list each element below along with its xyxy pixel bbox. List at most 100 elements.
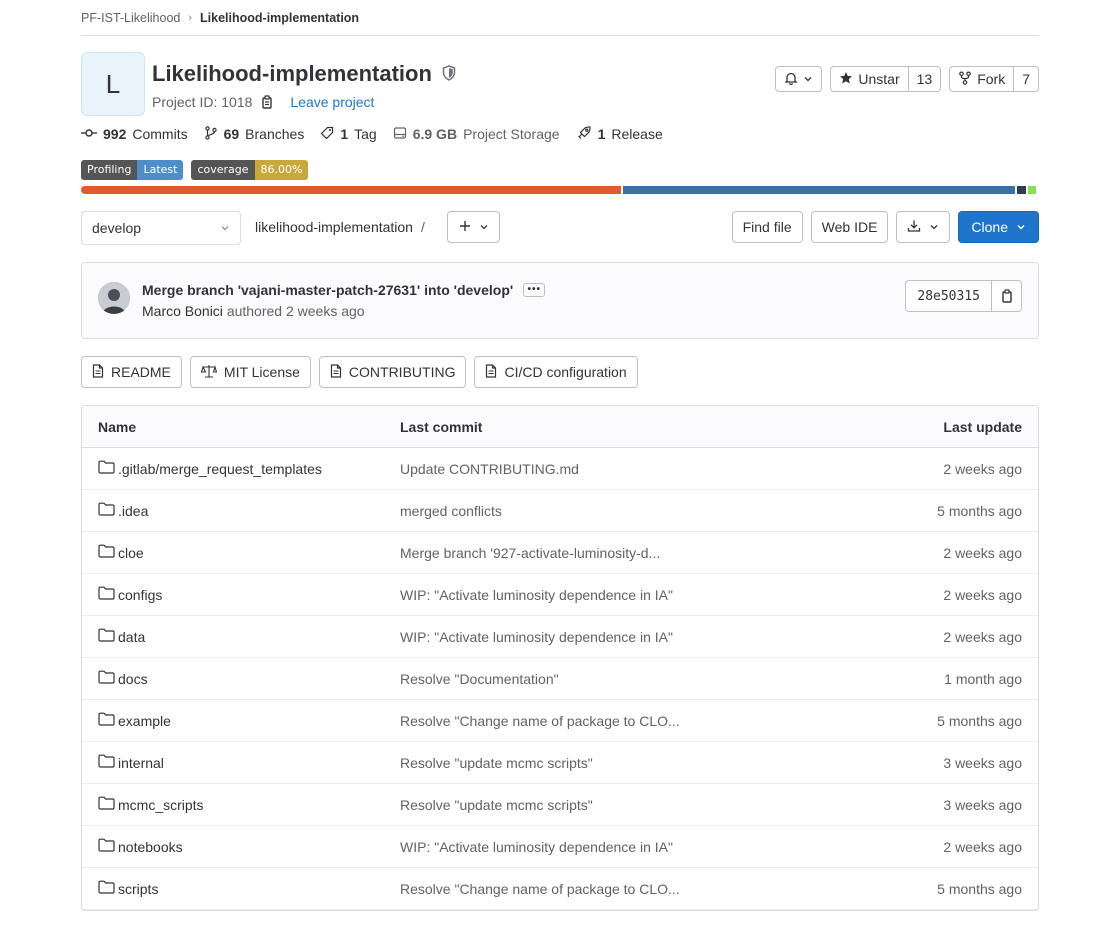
file-name-cell[interactable]: notebooks (82, 838, 400, 855)
table-row[interactable]: cloe Merge branch '927-activate-luminosit… (82, 532, 1038, 574)
notification-button[interactable] (775, 66, 823, 92)
table-row[interactable]: configs WIP: "Activate luminosity depende… (82, 574, 1038, 616)
fork-button[interactable]: Fork 7 (949, 66, 1039, 92)
license-button[interactable]: MIT License (189, 356, 311, 388)
last-commit-cell[interactable]: Resolve "Documentation" (400, 671, 770, 687)
table-row[interactable]: docs Resolve "Documentation" 1 month ago (82, 658, 1038, 700)
contributing-button[interactable]: CONTRIBUTING (318, 356, 467, 388)
file-tree-table: Name Last commit Last update .gitlab/mer… (81, 405, 1039, 911)
language-segment[interactable] (1017, 186, 1026, 194)
last-commit-cell[interactable]: Update CONTRIBUTING.md (400, 461, 770, 477)
last-update-cell: 5 months ago (937, 502, 1022, 519)
last-commit-cell[interactable]: Resolve "Change name of package to CLO..… (400, 881, 770, 897)
author-avatar[interactable] (98, 282, 130, 314)
table-row[interactable]: data WIP: "Activate luminosity dependence… (82, 616, 1038, 658)
last-commit-panel: Merge branch 'vajani-master-patch-27631'… (81, 262, 1039, 339)
star-button[interactable]: Unstar 13 (830, 66, 942, 92)
header-last-update: Last update (943, 418, 1022, 435)
file-name[interactable]: example (118, 713, 171, 729)
commit-sha[interactable]: 28e50315 (906, 281, 991, 311)
breadcrumb-group[interactable]: PF-IST-Likelihood (81, 11, 180, 25)
clone-button[interactable]: Clone (958, 211, 1039, 243)
table-row[interactable]: notebooks WIP: "Activate luminosity depen… (82, 826, 1038, 868)
leave-project-link[interactable]: Leave project (290, 94, 374, 110)
file-name[interactable]: mcmc_scripts (118, 797, 204, 813)
file-name-cell[interactable]: example (82, 712, 400, 729)
file-name-cell[interactable]: .gitlab/merge_request_templates (82, 460, 400, 477)
file-name-cell[interactable]: internal (82, 754, 400, 771)
chevron-down-icon (803, 71, 813, 87)
last-commit-cell[interactable]: Resolve "update mcmc scripts" (400, 755, 770, 771)
plus-icon (459, 219, 471, 235)
ellipsis-icon[interactable]: ••• (523, 283, 546, 297)
file-name[interactable]: .idea (118, 503, 148, 519)
add-to-tree-button[interactable] (447, 211, 500, 243)
repo-path-root[interactable]: likelihood-implementation (255, 219, 413, 235)
cicd-button[interactable]: CI/CD configuration (474, 356, 638, 388)
file-name[interactable]: data (118, 629, 145, 645)
last-commit-cell[interactable]: Resolve "Change name of package to CLO..… (400, 713, 770, 729)
last-update-cell: 3 weeks ago (943, 796, 1022, 813)
commit-author[interactable]: Marco Bonici (142, 303, 223, 319)
folder-icon (98, 796, 115, 813)
breadcrumb-project[interactable]: Likelihood-implementation (200, 11, 359, 25)
copy-icon[interactable] (991, 281, 1021, 311)
language-segment[interactable] (622, 186, 1015, 194)
file-name-cell[interactable]: .idea (82, 502, 400, 519)
badge-label: Profiling (81, 160, 138, 180)
file-name[interactable]: scripts (118, 881, 158, 897)
fork-count[interactable]: 7 (1013, 67, 1038, 91)
file-name[interactable]: internal (118, 755, 164, 771)
last-commit-cell[interactable]: Merge branch '927-activate-luminosity-d.… (400, 545, 770, 561)
file-name-cell[interactable]: configs (82, 586, 400, 603)
project-name: Likelihood-implementation (152, 61, 432, 86)
file-name-cell[interactable]: docs (82, 670, 400, 687)
table-row[interactable]: internal Resolve "update mcmc scripts" 3 w… (82, 742, 1038, 784)
last-update-cell: 2 weeks ago (943, 628, 1022, 645)
tree-actions: Find file Web IDE Clone (731, 211, 1039, 243)
contributing-label: CONTRIBUTING (348, 364, 456, 380)
last-commit-cell[interactable]: WIP: "Activate luminosity dependence in … (400, 839, 770, 855)
commit-message[interactable]: Merge branch 'vajani-master-patch-27631'… (142, 282, 513, 298)
table-row[interactable]: example Resolve "Change name of package t… (82, 700, 1038, 742)
file-name[interactable]: configs (118, 587, 162, 603)
last-commit-cell[interactable]: merged conflicts (400, 503, 770, 519)
file-name[interactable]: docs (118, 671, 148, 687)
file-icon (485, 363, 497, 381)
table-row[interactable]: scripts Resolve "Change name of package t… (82, 868, 1038, 910)
branch-selector[interactable]: develop (81, 211, 241, 245)
table-row[interactable]: .idea merged conflicts 5 months ago (82, 490, 1038, 532)
readme-button[interactable]: README (81, 356, 182, 388)
file-name-cell[interactable]: data (82, 628, 400, 645)
download-button[interactable] (896, 211, 951, 243)
profiling-badge[interactable]: Profiling Latest (81, 160, 184, 180)
project-avatar[interactable]: L (81, 52, 145, 116)
star-count[interactable]: 13 (907, 67, 941, 91)
table-row[interactable]: mcmc_scripts Resolve "update mcmc scripts… (82, 784, 1038, 826)
chevron-down-icon (1016, 219, 1026, 235)
file-name-cell[interactable]: cloe (82, 544, 400, 561)
repository-language-bar[interactable] (81, 186, 1039, 194)
commit-time: 2 weeks ago (285, 303, 365, 319)
folder-icon (98, 544, 115, 561)
web-ide-button[interactable]: Web IDE (810, 211, 889, 243)
repo-path: likelihood-implementation / (255, 219, 425, 235)
last-commit-cell[interactable]: WIP: "Activate luminosity dependence in … (400, 629, 770, 645)
file-name[interactable]: notebooks (118, 839, 183, 855)
file-name-cell[interactable]: scripts (82, 880, 400, 897)
table-row[interactable]: .gitlab/merge_request_templates Update CO… (82, 448, 1038, 490)
last-commit-cell[interactable]: Resolve "update mcmc scripts" (400, 797, 770, 813)
find-file-button[interactable]: Find file (731, 211, 803, 243)
folder-icon (98, 502, 115, 519)
readme-label: README (111, 364, 171, 380)
file-name[interactable]: cloe (118, 545, 144, 561)
bell-icon (784, 71, 798, 88)
header-name: Name (98, 418, 137, 435)
last-commit-cell[interactable]: WIP: "Activate luminosity dependence in … (400, 587, 770, 603)
language-segment[interactable] (1027, 186, 1037, 194)
file-name[interactable]: .gitlab/merge_request_templates (118, 461, 322, 477)
file-name-cell[interactable]: mcmc_scripts (82, 796, 400, 813)
language-segment[interactable] (81, 186, 621, 194)
copy-icon[interactable] (260, 95, 274, 109)
coverage-badge[interactable]: coverage 86.00% (191, 160, 309, 180)
